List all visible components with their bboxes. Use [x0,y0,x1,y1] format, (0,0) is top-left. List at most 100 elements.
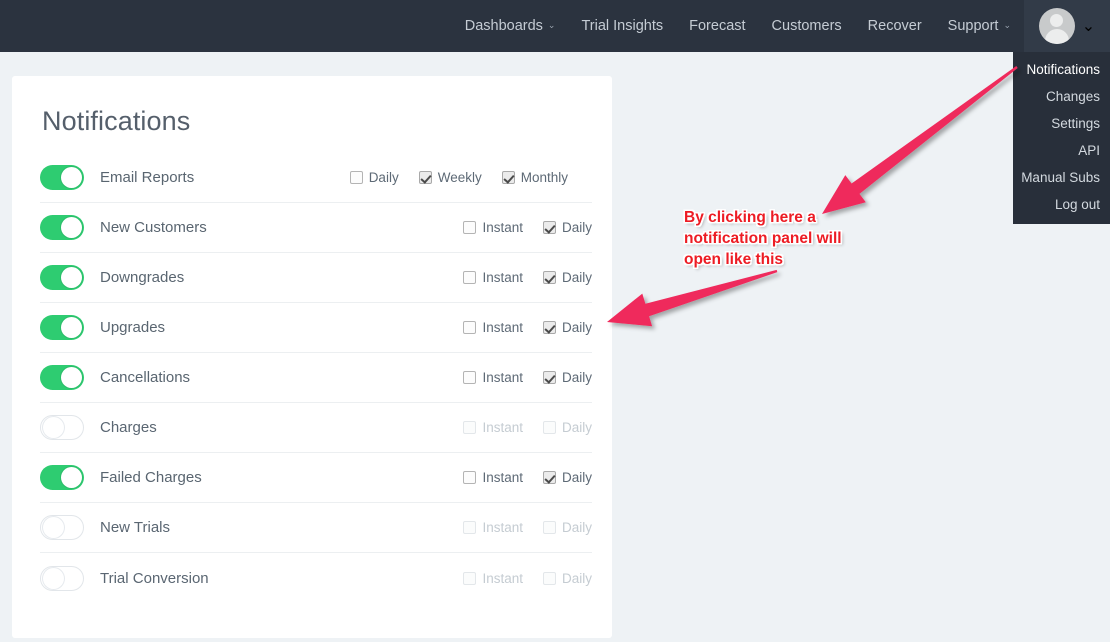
checkbox-box[interactable] [501,171,515,184]
dropdown-item-notifications[interactable]: Notifications [1013,56,1110,83]
checkbox-box [463,421,477,434]
checkbox-label: Daily [561,270,592,285]
frequency-options: Instant Daily [463,270,592,285]
nav-link-support[interactable]: Support ⌄ [935,0,1024,52]
frequency-options: Instant Daily [463,220,592,235]
checkbox-label: Instant [482,420,523,435]
dropdown-item-manual-subs[interactable]: Manual Subs [1013,164,1110,191]
checkbox-instant: Instant [463,520,523,535]
dropdown-item-api[interactable]: API [1013,137,1110,164]
checkbox-box [542,571,556,585]
checkbox-daily[interactable]: Daily [542,220,592,235]
checkbox-box[interactable] [418,171,432,184]
toggle-failed-charges[interactable] [40,465,84,490]
checkbox-daily[interactable]: Daily [542,370,592,385]
dropdown-item-settings[interactable]: Settings [1013,110,1110,137]
avatar-head-shape [1050,14,1064,27]
notification-row: Downgrades Instant Daily [40,253,592,303]
toggle-new-customers[interactable] [40,215,84,240]
toggle-trial-conversion[interactable] [40,565,84,591]
checkbox-daily: Daily [542,570,592,586]
nav-link-recover[interactable]: Recover [855,0,935,52]
checkbox-label: Daily [561,320,592,335]
checkbox-daily[interactable]: Daily [542,470,592,485]
checkbox-box[interactable] [463,221,477,234]
toggle-charges[interactable] [40,415,84,440]
toggle-knob [61,317,82,338]
toggle-upgrades[interactable] [40,315,84,340]
checkbox-label: Daily [561,220,592,235]
notification-row-label: New Trials [100,519,171,536]
checkbox-daily[interactable]: Daily [349,170,399,185]
checkbox-box[interactable] [463,371,477,384]
checkbox-instant: Instant [463,420,523,435]
checkbox-label: Instant [482,320,523,335]
nav-link-dashboards[interactable]: Dashboards ⌄ [452,0,569,52]
toggle-new-trials[interactable] [40,515,84,540]
toggle-knob [61,467,82,488]
top-navbar: Dashboards ⌄ Trial Insights Forecast Custome… [0,0,1110,52]
toggle-knob [61,167,82,188]
checkbox-label: Daily [561,570,592,586]
notification-row: Upgrades Instant Daily [40,303,592,353]
checkbox-box[interactable] [542,321,556,334]
checkbox-box[interactable] [542,271,556,284]
checkbox-daily[interactable]: Daily [542,270,592,285]
annotation-text: By clicking here a notification panel wi… [684,209,842,268]
checkbox-box[interactable] [542,221,556,234]
nav-link-customers[interactable]: Customers [759,0,855,52]
checkbox-weekly[interactable]: Weekly [418,170,482,185]
notification-row: New Trials Instant Daily [40,503,592,553]
checkbox-box[interactable] [542,471,556,484]
checkbox-instant[interactable]: Instant [463,320,523,335]
checkbox-label: Monthly [520,170,568,185]
nav-link-trial-insights[interactable]: Trial Insights [568,0,676,52]
checkbox-label: Instant [482,270,523,285]
checkbox-label: Weekly [437,170,482,185]
checkbox-instant[interactable]: Instant [463,270,523,285]
checkbox-monthly[interactable]: Monthly [501,170,568,185]
checkbox-instant[interactable]: Instant [463,220,523,235]
toggle-downgrades[interactable] [40,265,84,290]
dropdown-item-changes[interactable]: Changes [1013,83,1110,110]
checkbox-box [542,421,556,434]
checkbox-box[interactable] [463,471,477,484]
chevron-down-icon: ⌄ [1081,18,1096,35]
frequency-options: Instant Daily [463,370,592,385]
checkbox-label: Instant [482,520,523,535]
toggle-email-reports[interactable] [40,165,84,190]
nav-links: Dashboards ⌄ Trial Insights Forecast Custome… [452,0,1024,52]
arrow-to-notifications-menu [822,66,1018,214]
nav-link-label: Customers [771,18,842,34]
checkbox-label: Daily [561,470,592,485]
toggle-knob [43,417,64,438]
chevron-down-icon: ⌄ [547,20,556,31]
notification-row: Email Reports Daily Weekly Monthly [40,153,592,203]
checkbox-label: Daily [561,420,592,435]
notification-rows: Email Reports Daily Weekly Monthly New Custo… [12,153,612,603]
checkbox-instant[interactable]: Instant [463,370,523,385]
nav-link-label: Support [947,18,999,34]
checkbox-instant[interactable]: Instant [463,470,523,485]
checkbox-daily[interactable]: Daily [542,320,592,335]
frequency-options: Daily Weekly Monthly [349,170,568,185]
nav-link-label: Recover [867,18,922,34]
notification-row-label: Cancellations [100,369,191,386]
nav-link-label: Dashboards [464,18,543,34]
user-menu-button[interactable]: ⌄ [1024,0,1110,52]
checkbox-box[interactable] [349,171,363,184]
checkbox-daily: Daily [542,420,592,435]
checkbox-label: Daily [368,170,399,185]
checkbox-box[interactable] [463,321,477,334]
notification-row: Charges Instant Daily [40,403,592,453]
toggle-cancellations[interactable] [40,365,84,390]
dropdown-item-log-out[interactable]: Log out [1013,191,1110,218]
avatar-body-shape [1044,29,1069,44]
nav-link-forecast[interactable]: Forecast [676,0,758,52]
notification-row-label: Trial Conversion [100,569,209,587]
checkbox-label: Instant [482,570,523,586]
checkbox-box[interactable] [542,371,556,384]
page-title: Notifications [42,106,191,136]
checkbox-box[interactable] [463,271,477,284]
notification-row-label: New Customers [100,219,207,236]
